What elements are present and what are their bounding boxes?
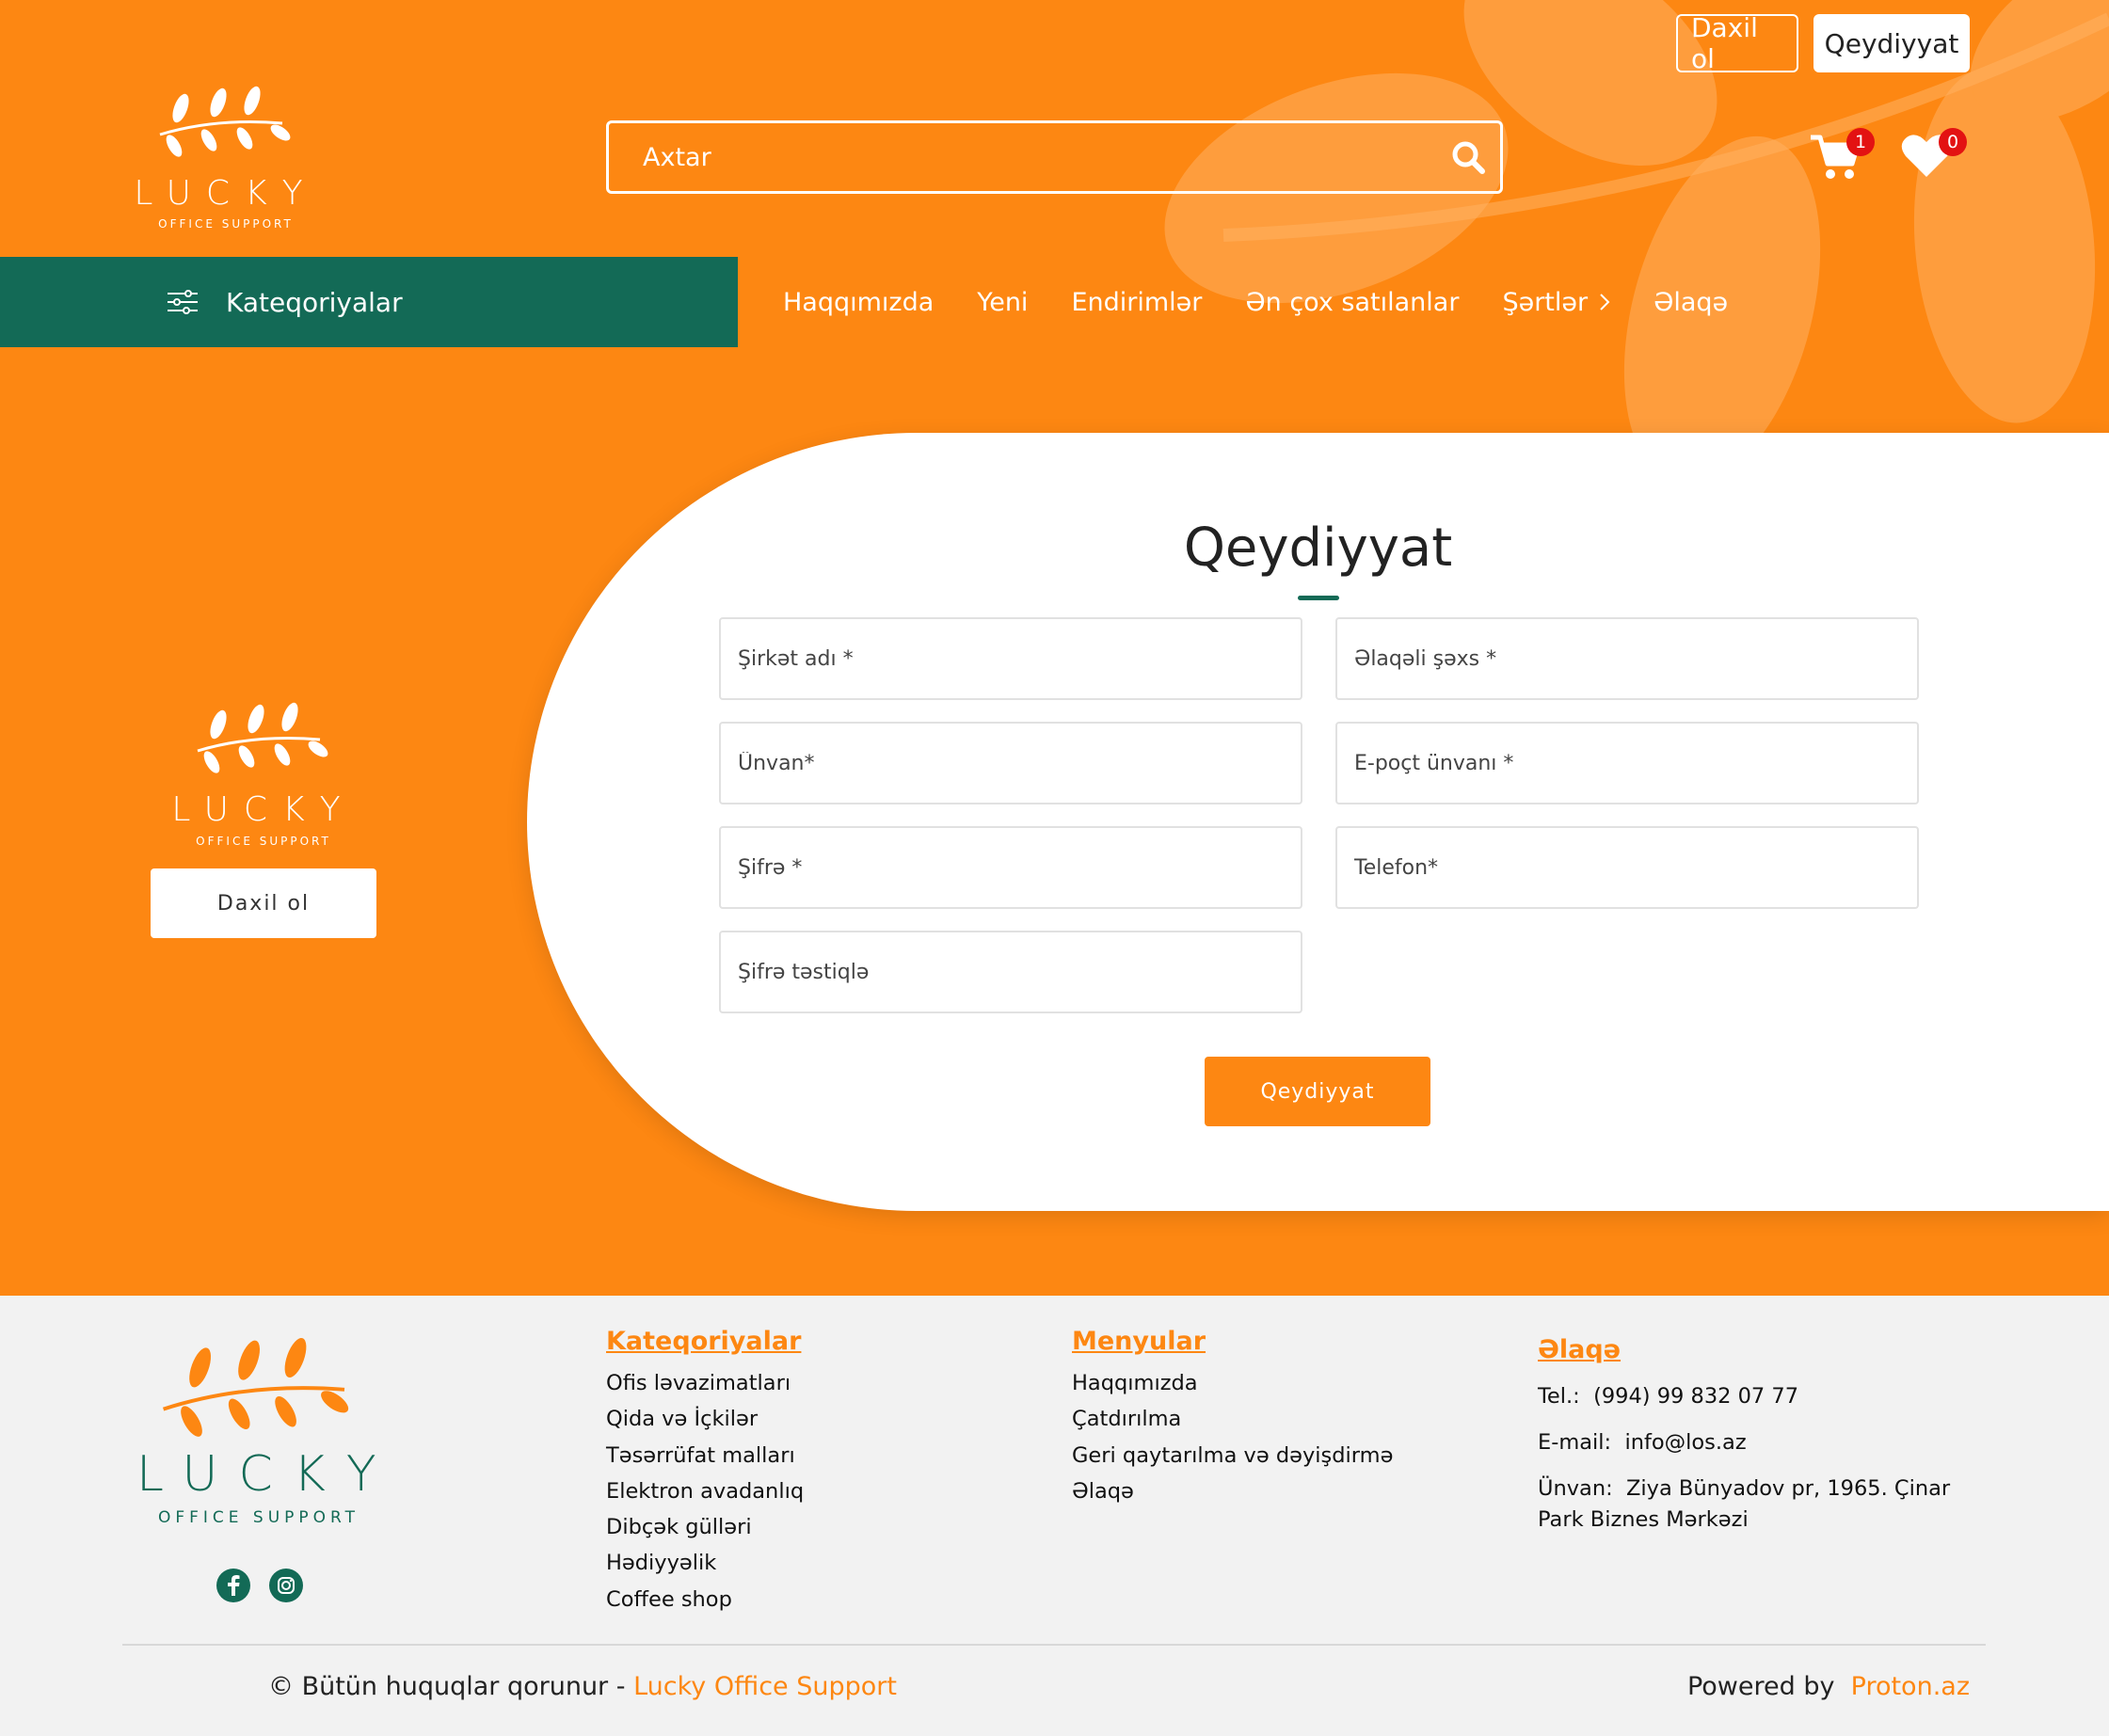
side-login-button[interactable]: Daxil ol [151,868,376,938]
nav-about[interactable]: Haqqımızda [783,288,934,317]
nav-discounts[interactable]: Endirimlər [1071,288,1202,317]
wishlist-button[interactable]: 0 [1901,128,1967,184]
phone-value[interactable]: (994) 99 832 07 77 [1593,1384,1798,1409]
footer-link[interactable]: Elektron avadanlıq [606,1473,804,1509]
address-label: Ünvan: [1538,1476,1613,1501]
leaf-logo-icon [197,702,328,773]
instagram-icon[interactable] [269,1569,303,1602]
leaf-logo-icon [159,86,291,157]
footer-link[interactable]: Təsərrüfat malları [606,1438,804,1473]
address-field[interactable] [719,722,1302,804]
company-name-field[interactable] [719,617,1302,700]
powered-text: Powered by [1686,1672,1835,1701]
search-icon[interactable] [1449,138,1487,176]
site-header: LUCKY OFFICE SUPPORT Daxil ol Qeydiyyat … [0,0,2109,257]
side-logo: LUCKY OFFICE SUPPORT [169,696,358,856]
footer-contact-title[interactable]: Əlaqə [1538,1335,1952,1364]
footer-link[interactable]: Qida və İçkilər [606,1401,804,1437]
footer-logo-text: LUCKY [136,1446,397,1503]
register-panel: Qeydiyyat Qeydiyyat [527,433,2109,1211]
password-field[interactable] [719,826,1302,909]
nav-terms[interactable]: Şərtlər [1502,288,1610,317]
footer-menus: Menyular Haqqımızda Çatdırılma Geri qayt… [1072,1327,1393,1509]
auth-buttons: Daxil ol Qeydiyyat [1676,12,1970,74]
nav-bestsellers[interactable]: Ən çox satılanlar [1245,288,1459,317]
footer-email: E-mail: info@los.az [1538,1427,1952,1458]
phone-field[interactable] [1335,826,1919,909]
email-label: E-mail: [1538,1430,1612,1455]
footer-link[interactable]: Əlaqə [1072,1473,1393,1509]
side-logo-text: LUCKY [171,790,356,829]
wishlist-count-badge: 0 [1939,128,1967,156]
password-confirm-field[interactable] [719,931,1302,1013]
search-input[interactable] [609,123,1449,191]
header-logo[interactable]: LUCKY OFFICE SUPPORT [132,80,320,240]
title-underline [1298,596,1339,600]
footer-logo[interactable]: LUCKY OFFICE SUPPORT [136,1333,381,1578]
nav-terms-label: Şərtlər [1502,287,1589,317]
phone-label: Tel.: [1538,1384,1580,1409]
categories-menu-button[interactable]: Kateqoriyalar [0,257,738,347]
footer-link[interactable]: Haqqımızda [1072,1365,1393,1401]
categories-label: Kateqoriyalar [226,286,403,318]
login-button[interactable]: Daxil ol [1676,12,1798,74]
filter-sliders-icon [168,290,198,314]
nav-new[interactable]: Yeni [977,288,1028,317]
footer-categories-title[interactable]: Kateqoriyalar [606,1327,804,1356]
copyright-text: © Bütün huquqlar qorunur - [268,1672,626,1701]
powered-brand-link[interactable]: Proton.az [1851,1672,1970,1701]
copyright-brand-link[interactable]: Lucky Office Support [633,1672,897,1701]
chevron-right-icon [1600,294,1610,311]
email-field[interactable] [1335,722,1919,804]
contact-person-field[interactable] [1335,617,1919,700]
footer-link[interactable]: Hədiyyəlik [606,1545,804,1581]
register-button[interactable]: Qeydiyyat [1813,14,1970,72]
powered-by: Powered by Proton.az [1687,1672,1970,1701]
page-title: Qeydiyyat [1183,518,1453,579]
facebook-icon[interactable] [216,1569,250,1602]
side-logo-subtitle: OFFICE SUPPORT [196,835,331,848]
cart-button[interactable]: 1 [1809,128,1875,184]
nav-contact[interactable]: Əlaqə [1654,288,1728,317]
email-value[interactable]: info@los.az [1624,1430,1746,1455]
footer-categories: Kateqoriyalar Ofis ləvazimatları Qida və… [606,1327,804,1617]
copyright: © Bütün huquqlar qorunur - Lucky Office … [268,1672,897,1701]
main-nav: Haqqımızda Yeni Endirimlər Ən çox satıla… [783,257,1728,347]
register-submit-button[interactable]: Qeydiyyat [1205,1057,1430,1126]
footer-link[interactable]: Geri qaytarılma və dəyişdirmə [1072,1438,1393,1473]
footer-divider [122,1644,1986,1646]
footer-logo-subtitle: OFFICE SUPPORT [157,1508,360,1527]
footer-link[interactable]: Ofis ləvazimatları [606,1365,804,1401]
site-footer: LUCKY OFFICE SUPPORT Kateqoriyalar Ofis … [0,1296,2109,1736]
footer-menus-title[interactable]: Menyular [1072,1327,1393,1356]
footer-link[interactable]: Çatdırılma [1072,1401,1393,1437]
cart-count-badge: 1 [1846,128,1875,156]
leaf-logo-icon [163,1338,349,1437]
logo-text: LUCKY [134,174,318,213]
logo-subtitle: OFFICE SUPPORT [158,217,294,231]
footer-link[interactable]: Dibçək gülləri [606,1509,804,1545]
footer-address: Ünvan: Ziya Bünyadov pr, 1965. Çinar Par… [1538,1473,1952,1536]
footer-link[interactable]: Coffee shop [606,1582,804,1617]
footer-phone: Tel.: (994) 99 832 07 77 [1538,1381,1952,1412]
search-bar [606,120,1503,194]
footer-contact: Əlaqə Tel.: (994) 99 832 07 77 E-mail: i… [1538,1335,1952,1551]
